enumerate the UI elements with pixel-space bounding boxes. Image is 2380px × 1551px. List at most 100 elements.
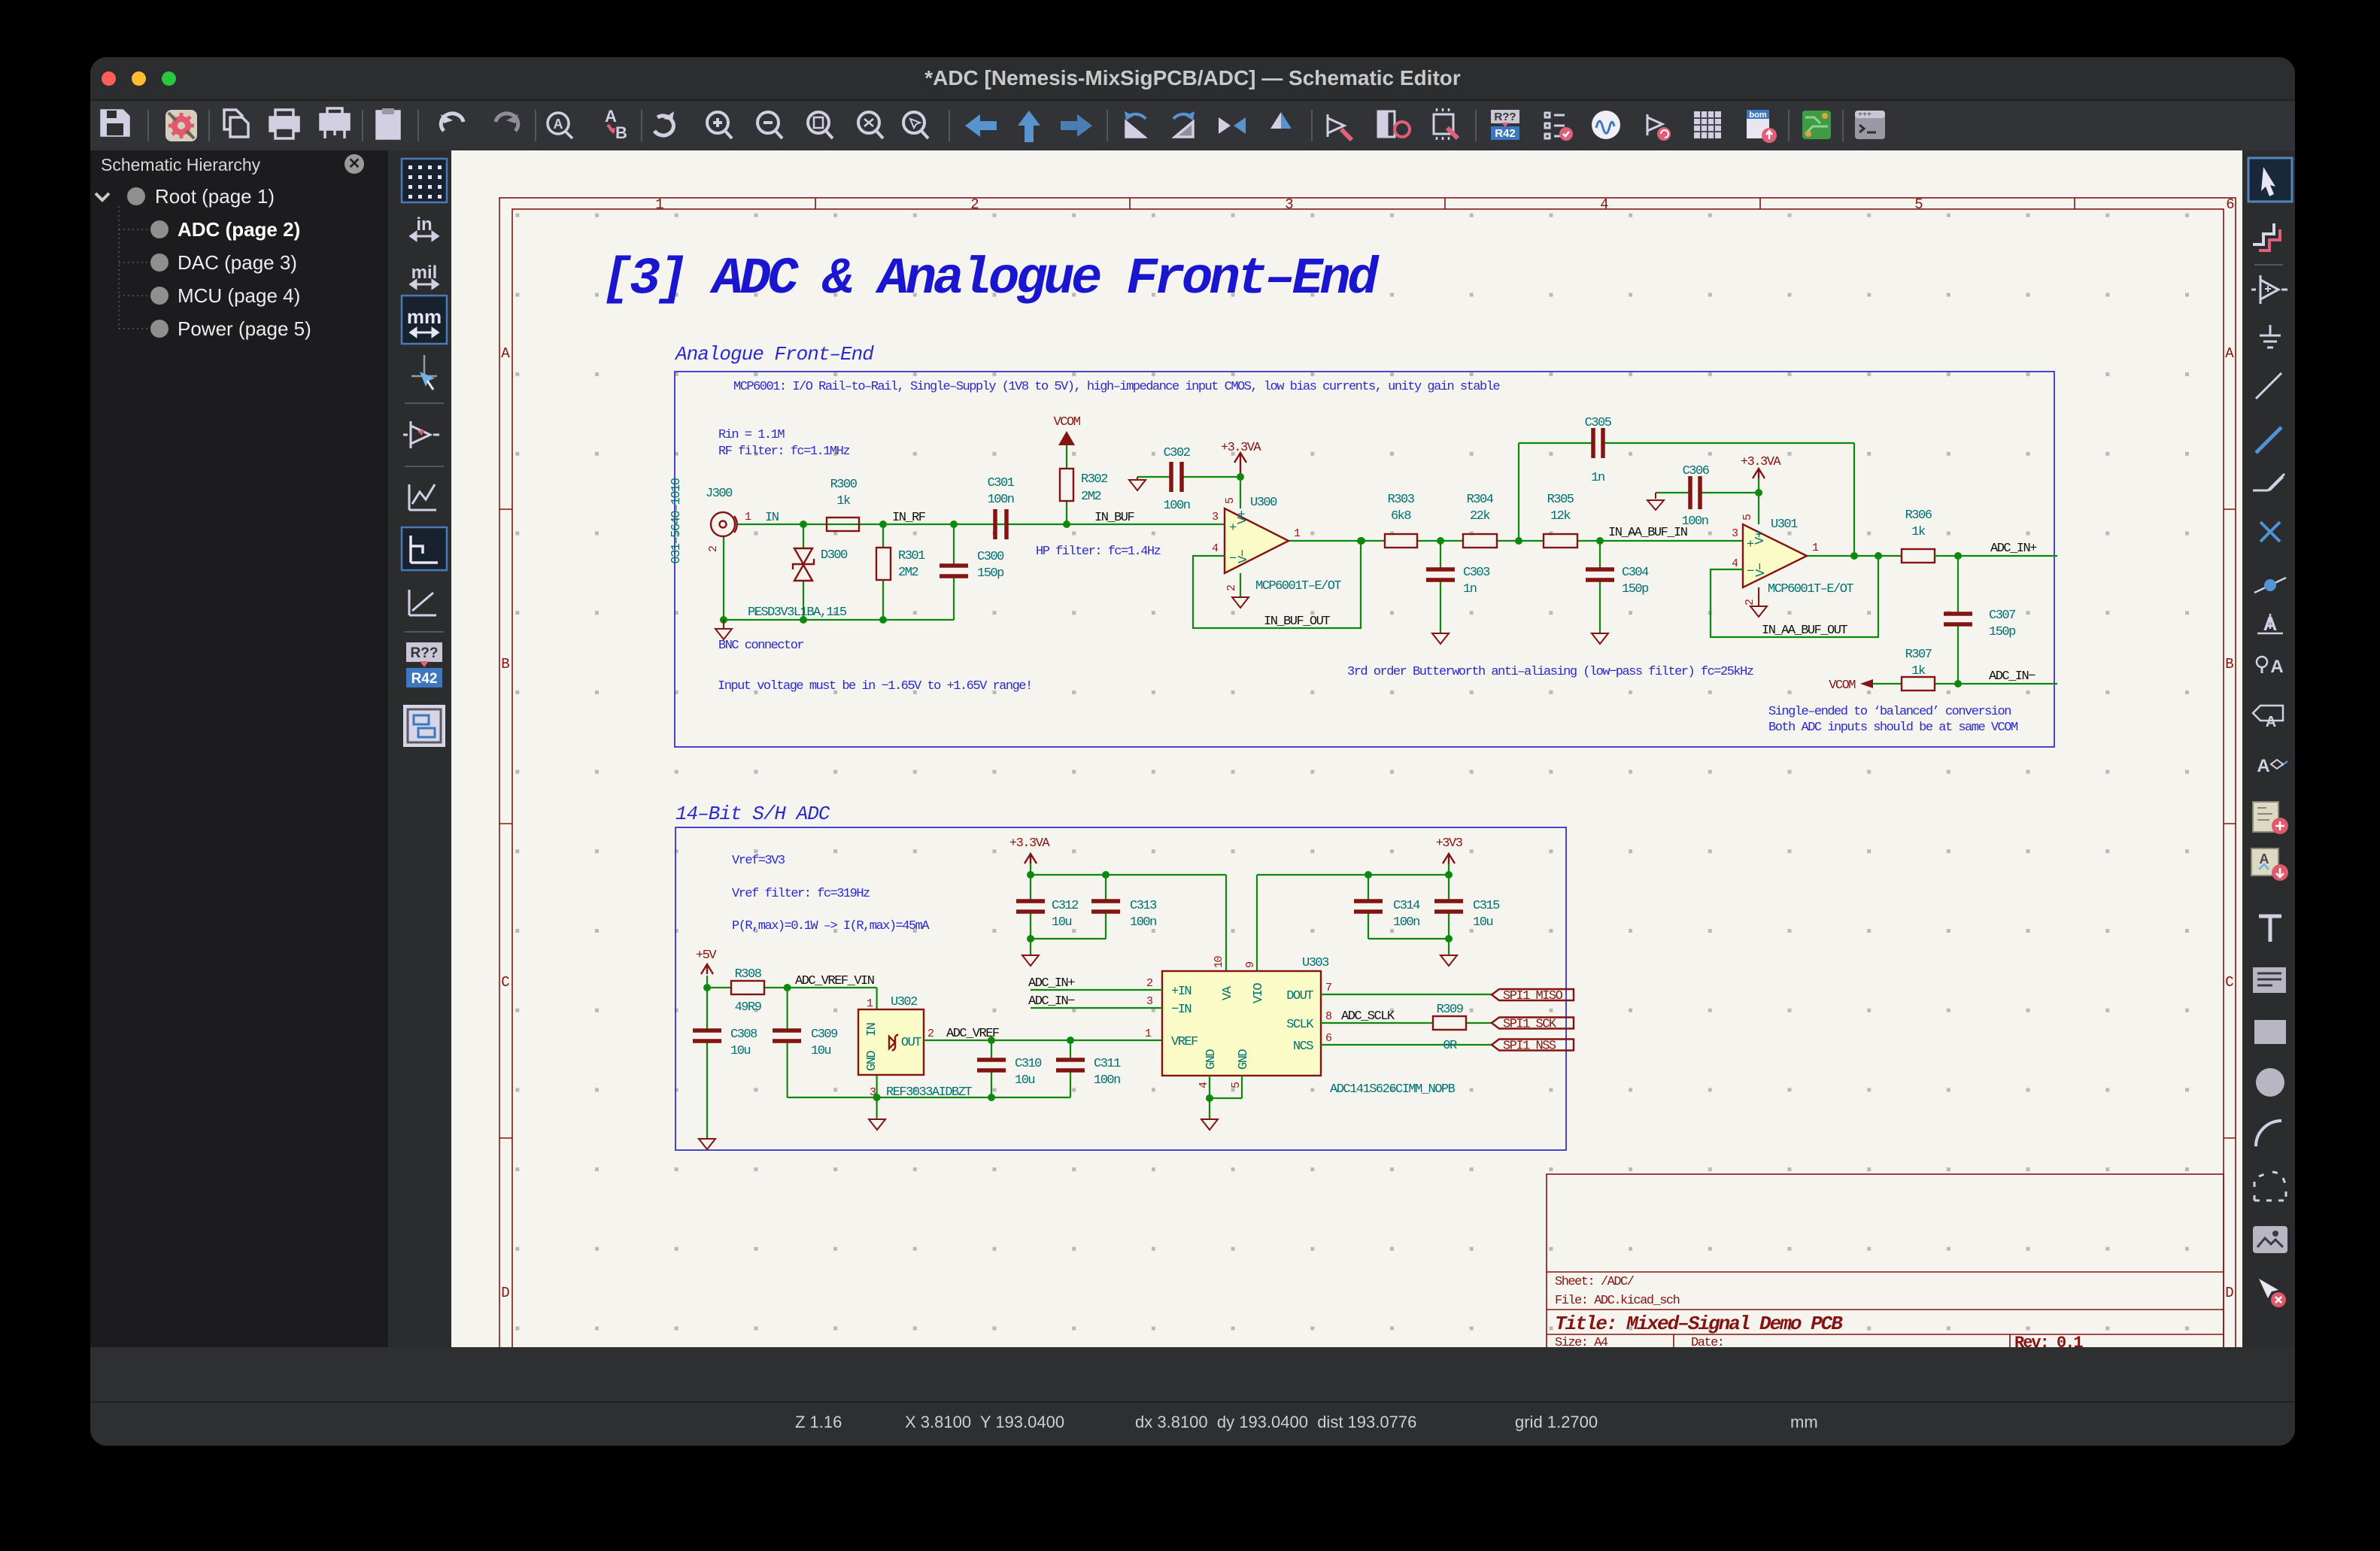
- svg-text:2: 2: [707, 546, 720, 552]
- svg-text:100n: 100n: [1130, 915, 1156, 930]
- svg-text:+3V3: +3V3: [1436, 836, 1463, 851]
- svg-text:C309: C309: [811, 1027, 838, 1042]
- svg-text:6k8: 6k8: [1391, 509, 1411, 524]
- svg-text:C307: C307: [1989, 609, 2015, 623]
- svg-text:C: C: [2225, 974, 2233, 991]
- svg-text:VIO: VIO: [1252, 983, 1266, 1003]
- svg-text:P(R,max)=0.1W –> I(R,max)=45mA: P(R,max)=0.1W –> I(R,max)=45mA: [732, 919, 930, 933]
- svg-text:U303: U303: [1302, 956, 1329, 970]
- svg-text:C314: C314: [1393, 899, 1420, 913]
- svg-text:R309: R309: [1437, 1003, 1464, 1017]
- svg-text:2: 2: [927, 1027, 933, 1040]
- svg-text:+3.3VA: +3.3VA: [1221, 441, 1262, 455]
- svg-text:OUT: OUT: [901, 1036, 921, 1050]
- svg-text:U300: U300: [1250, 496, 1277, 510]
- svg-text:C303: C303: [1463, 566, 1490, 580]
- svg-text:IN_AA_BUF_OUT: IN_AA_BUF_OUT: [1762, 624, 1847, 638]
- svg-text:100n: 100n: [1164, 499, 1190, 513]
- svg-text:R301: R301: [898, 549, 925, 563]
- svg-text:SPI1_SCK: SPI1_SCK: [1503, 1018, 1557, 1032]
- svg-text:ADC_SCLK: ADC_SCLK: [1341, 1009, 1395, 1024]
- svg-text:R302: R302: [1081, 472, 1107, 487]
- svg-text:C302: C302: [1164, 446, 1190, 460]
- svg-text:B: B: [2225, 656, 2233, 672]
- svg-text:1k: 1k: [836, 494, 851, 508]
- svg-text:Both ADC inputs should be at s: Both ADC inputs should be at same VCOM: [1768, 721, 2018, 735]
- svg-text:1: 1: [655, 196, 663, 213]
- svg-text:+5V: +5V: [696, 949, 717, 963]
- svg-text:031–5640–1010: 031–5640–1010: [669, 478, 684, 563]
- svg-text:A: A: [2257, 756, 2269, 776]
- svg-text:U301: U301: [1771, 518, 1798, 532]
- svg-text:DOUT: DOUT: [1286, 989, 1313, 1003]
- svg-text:VA: VA: [1221, 985, 1235, 1000]
- svg-text:100n: 100n: [1682, 514, 1708, 529]
- svg-text:1k: 1k: [1911, 664, 1926, 678]
- svg-text:A: A: [501, 345, 510, 362]
- svg-text:File: ADC.kicad_sch: File: ADC.kicad_sch: [1555, 1294, 1680, 1308]
- svg-text:Sheet: /ADC/: Sheet: /ADC/: [1555, 1275, 1635, 1289]
- svg-text:Root (page 1): Root (page 1): [155, 185, 275, 208]
- svg-text:GND: GND: [1204, 1049, 1219, 1070]
- svg-text:C305: C305: [1585, 416, 1612, 430]
- svg-text:VCOM: VCOM: [1829, 678, 1856, 693]
- svg-text:10u: 10u: [811, 1044, 830, 1058]
- svg-text:Vref filter: fc=319Hz: Vref filter: fc=319Hz: [732, 887, 870, 901]
- svg-text:Size: A4: Size: A4: [1555, 1336, 1608, 1347]
- svg-text:R307: R307: [1905, 648, 1932, 662]
- svg-text:14–Bit S/H ADC: 14–Bit S/H ADC: [675, 803, 830, 825]
- svg-text:R??: R??: [411, 645, 439, 661]
- svg-text:10u: 10u: [1473, 915, 1492, 930]
- svg-text:J300: J300: [706, 487, 733, 501]
- svg-text:GND: GND: [865, 1051, 879, 1071]
- svg-text:ADC_IN−: ADC_IN−: [1989, 669, 2035, 684]
- svg-text:C304: C304: [1622, 566, 1649, 580]
- svg-text:IN: IN: [765, 511, 779, 525]
- svg-text:C312: C312: [1052, 899, 1078, 913]
- svg-text:GND: GND: [1237, 1049, 1251, 1070]
- svg-text:PESD3V3L1BA,115: PESD3V3L1BA,115: [748, 606, 847, 620]
- svg-text:ADC (page 2): ADC (page 2): [178, 218, 300, 241]
- svg-text:R??: R??: [1494, 111, 1516, 123]
- svg-text:7: 7: [1325, 982, 1331, 994]
- svg-text:C311: C311: [1094, 1057, 1121, 1071]
- svg-text:2: 2: [970, 196, 979, 213]
- svg-text:−: −: [1747, 565, 1754, 579]
- svg-text:U302: U302: [891, 995, 917, 1009]
- svg-text:C313: C313: [1130, 899, 1157, 913]
- svg-text:R42: R42: [411, 671, 438, 687]
- svg-text:100n: 100n: [988, 493, 1014, 507]
- svg-text:5: 5: [1914, 196, 1923, 213]
- svg-text:C306: C306: [1683, 464, 1710, 478]
- svg-text:MCP6001T–E/OT: MCP6001T–E/OT: [1768, 582, 1853, 596]
- svg-text:R303: R303: [1388, 493, 1415, 507]
- svg-text:IN_BUF: IN_BUF: [1094, 511, 1134, 525]
- svg-text:A: A: [2266, 714, 2276, 730]
- svg-text:MCP6001: I/O Rail–to–Rail, Sin: MCP6001: I/O Rail–to–Rail, Single–Supply…: [733, 380, 1500, 394]
- svg-text:R304: R304: [1467, 493, 1494, 507]
- svg-text:10u: 10u: [1052, 915, 1071, 930]
- svg-text:0R: 0R: [1443, 1039, 1457, 1053]
- svg-text:D300: D300: [821, 548, 848, 563]
- svg-text:Rin = 1.1M: Rin = 1.1M: [718, 428, 785, 442]
- svg-text:+++: +++: [1858, 111, 1872, 120]
- svg-text:A: A: [2225, 345, 2234, 362]
- svg-text:100n: 100n: [1094, 1073, 1120, 1088]
- svg-text:V+: V+: [1236, 510, 1250, 524]
- svg-text:DAC (page 3): DAC (page 3): [178, 251, 297, 274]
- svg-text:V+: V+: [1753, 530, 1768, 545]
- svg-text:ADC141S626CIMM_NOPB: ADC141S626CIMM_NOPB: [1330, 1082, 1456, 1097]
- svg-text:IN_BUF_OUT: IN_BUF_OUT: [1264, 615, 1330, 629]
- svg-text:B: B: [501, 656, 509, 672]
- svg-text:C308: C308: [730, 1027, 757, 1042]
- svg-text:MCP6001T–E/OT: MCP6001T–E/OT: [1255, 579, 1341, 593]
- svg-text:9: 9: [1244, 962, 1257, 968]
- svg-text:+3.3VA: +3.3VA: [1741, 455, 1782, 469]
- svg-text:6: 6: [2226, 196, 2234, 213]
- svg-text:R308: R308: [735, 967, 762, 982]
- svg-text:B: B: [615, 123, 627, 142]
- svg-text:VCOM: VCOM: [1054, 415, 1081, 429]
- svg-text:ADC_VREF_VIN: ADC_VREF_VIN: [795, 974, 874, 988]
- svg-text:SPI1_NSS: SPI1_NSS: [1503, 1040, 1556, 1054]
- svg-text:12k: 12k: [1550, 509, 1571, 524]
